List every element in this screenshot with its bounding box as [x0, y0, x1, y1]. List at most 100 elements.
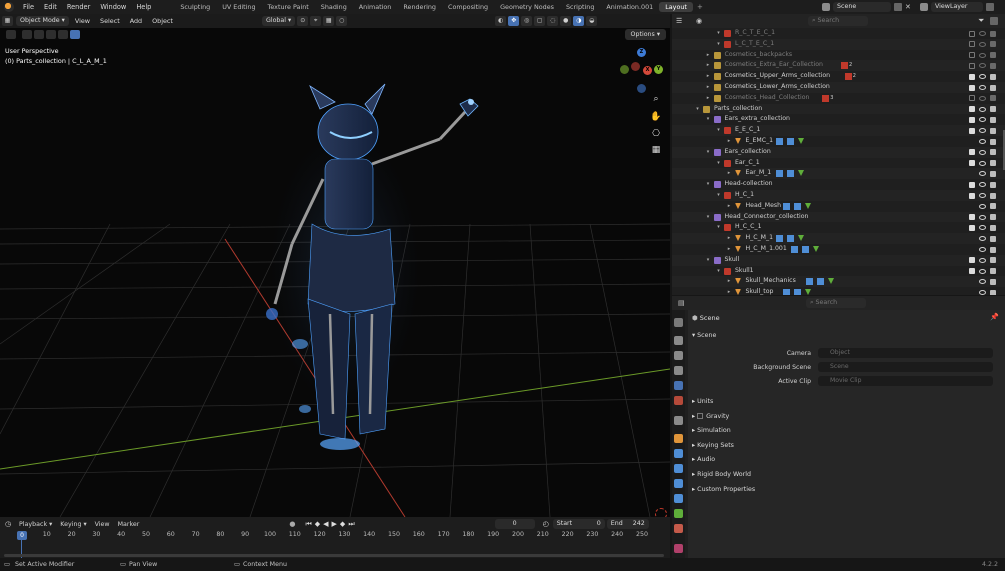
expand-arrow-icon[interactable]: ▸: [705, 50, 712, 61]
scene-panel-header[interactable]: ▾ Scene: [692, 330, 1001, 342]
armature-icon[interactable]: [794, 289, 802, 295]
armature-icon[interactable]: [786, 138, 794, 145]
visibility-eye-icon[interactable]: [979, 160, 986, 166]
visibility-eye-icon[interactable]: [979, 171, 986, 177]
visibility-eye-icon[interactable]: [979, 52, 986, 58]
background-scene-field[interactable]: Scene: [818, 362, 993, 372]
outliner-row[interactable]: ▸ Cosmetics_Extra_Ear_Collection 2: [672, 60, 1005, 72]
render-camera-icon[interactable]: [990, 224, 996, 231]
visibility-eye-icon[interactable]: [979, 236, 986, 242]
shading-material-icon[interactable]: ◑: [573, 16, 585, 26]
exclude-checkbox[interactable]: [969, 127, 975, 134]
visibility-eye-icon[interactable]: [979, 149, 986, 155]
expand-arrow-icon[interactable]: ▸: [726, 168, 733, 179]
render-camera-icon[interactable]: [990, 268, 996, 275]
record-keyframes-icon[interactable]: ●: [289, 520, 295, 528]
scene-name-field[interactable]: Scene: [833, 2, 891, 12]
armature-icon[interactable]: [816, 278, 824, 286]
material-tab-icon[interactable]: [674, 524, 683, 533]
armature-icon[interactable]: [801, 246, 809, 253]
expand-arrow-icon[interactable]: ▸: [705, 71, 712, 82]
outliner-row[interactable]: ▾ Head_Connector_collection: [672, 211, 1005, 223]
play-reverse-icon[interactable]: ◀: [323, 520, 328, 528]
viewport-menu-view[interactable]: View: [71, 16, 94, 26]
select-subtract-icon[interactable]: [46, 29, 56, 39]
mesh-data-icon[interactable]: [805, 289, 812, 295]
menu-file[interactable]: File: [18, 3, 39, 11]
render-camera-icon[interactable]: [990, 246, 996, 253]
visibility-eye-icon[interactable]: [979, 290, 986, 295]
outliner-row[interactable]: ▾ Ears_extra_collection: [672, 114, 1005, 125]
tab-sculpting[interactable]: Sculpting: [174, 2, 216, 12]
exclude-checkbox[interactable]: [969, 30, 975, 37]
snap-target-icon[interactable]: ▦: [323, 16, 335, 26]
outliner-row[interactable]: ▸ Ear_M_1: [672, 168, 1005, 180]
visibility-eye-icon[interactable]: [979, 225, 986, 231]
menu-render[interactable]: Render: [62, 3, 95, 11]
modifier-wrench-icon[interactable]: [775, 170, 783, 178]
menu-edit[interactable]: Edit: [39, 3, 62, 11]
outliner-row[interactable]: ▾ H_C_1: [672, 190, 1005, 201]
outliner-row[interactable]: ▸ Cosmetics_Lower_Arms_collection: [672, 82, 1005, 93]
ortho-grid-icon[interactable]: ▦: [649, 143, 663, 157]
expand-arrow-icon[interactable]: ▾: [705, 255, 712, 266]
overlay-toggle-icon[interactable]: ◎: [521, 16, 533, 26]
texture-tab-icon[interactable]: [674, 544, 683, 553]
expand-arrow-icon[interactable]: ▾: [715, 222, 722, 233]
gizmo-neg-y-icon[interactable]: [620, 65, 629, 74]
visibility-eye-icon[interactable]: [979, 128, 986, 134]
outliner-row[interactable]: ▸ Skull_top: [672, 287, 1005, 295]
exclude-checkbox[interactable]: [969, 41, 975, 48]
exclude-checkbox[interactable]: [969, 106, 975, 113]
visibility-eye-icon[interactable]: [979, 257, 986, 263]
outliner-row[interactable]: ▸ Cosmetics_Head_Collection 3: [672, 93, 1005, 104]
section-keying-sets[interactable]: ▸ Keying Sets: [692, 440, 1001, 452]
editor-type-icon[interactable]: ▦: [2, 16, 13, 26]
new-scene-icon[interactable]: [894, 3, 902, 11]
outliner-row[interactable]: ▾ Ear_C_1: [672, 158, 1005, 169]
render-camera-icon[interactable]: [990, 52, 996, 59]
render-camera-icon[interactable]: [990, 214, 996, 221]
render-tab-icon[interactable]: [674, 336, 683, 345]
exclude-checkbox[interactable]: [969, 116, 975, 123]
stopwatch-icon[interactable]: ◴: [543, 520, 549, 528]
timeline-editor-type-icon[interactable]: ◷: [5, 520, 15, 528]
render-camera-icon[interactable]: [990, 289, 996, 295]
new-collection-icon[interactable]: [990, 17, 999, 25]
outliner-row[interactable]: ▾ Skull1: [672, 266, 1005, 277]
render-camera-icon[interactable]: [990, 170, 996, 177]
properties-editor-type-icon[interactable]: ▤: [678, 299, 685, 307]
blender-logo-icon[interactable]: [4, 2, 14, 12]
outliner-row[interactable]: ▸ Skull_Mechanics: [672, 276, 1005, 288]
expand-arrow-icon[interactable]: ▾: [715, 158, 722, 169]
modifier-wrench-icon[interactable]: [783, 202, 791, 210]
tab-animation-001[interactable]: Animation.001: [600, 2, 659, 12]
gizmo-neg-x-icon[interactable]: [631, 62, 640, 71]
outliner-row[interactable]: ▸ Head_Mesh: [672, 201, 1005, 212]
outliner-row[interactable]: ▾ Skull: [672, 254, 1005, 266]
gizmo-z-icon[interactable]: Z: [637, 48, 646, 57]
visibility-eye-icon[interactable]: [979, 268, 986, 274]
render-camera-icon[interactable]: [990, 257, 996, 264]
collection-tab-icon[interactable]: [674, 416, 683, 425]
3d-viewport[interactable]: ▦ Object Mode ▾ View Select Add Object G…: [0, 14, 670, 517]
exclude-checkbox[interactable]: [969, 95, 975, 102]
next-keyframe-icon[interactable]: ◆: [340, 520, 345, 528]
render-camera-icon[interactable]: [990, 192, 996, 199]
exclude-checkbox[interactable]: [969, 62, 975, 69]
filter-icon[interactable]: ⏷: [978, 16, 984, 26]
constraints-tab-icon[interactable]: [674, 494, 683, 503]
tab-compositing[interactable]: Compositing: [442, 2, 494, 12]
expand-arrow-icon[interactable]: ▾: [715, 39, 722, 50]
section-gravity[interactable]: ▸ Gravity: [692, 411, 1001, 423]
expand-arrow-icon[interactable]: ▾: [715, 28, 722, 39]
render-camera-icon[interactable]: [990, 116, 996, 123]
timeline-menu-keying[interactable]: Keying ▾: [56, 521, 90, 528]
exclude-checkbox[interactable]: [969, 268, 975, 275]
tab-uv-editing[interactable]: UV Editing: [216, 2, 261, 12]
select-extend-icon[interactable]: [34, 29, 44, 39]
visibility-eye-icon[interactable]: [979, 214, 986, 220]
expand-arrow-icon[interactable]: ▸: [726, 287, 733, 295]
outliner-row[interactable]: ▾ Ears_collection: [672, 146, 1005, 158]
display-mode-icon[interactable]: ◉: [696, 17, 708, 26]
